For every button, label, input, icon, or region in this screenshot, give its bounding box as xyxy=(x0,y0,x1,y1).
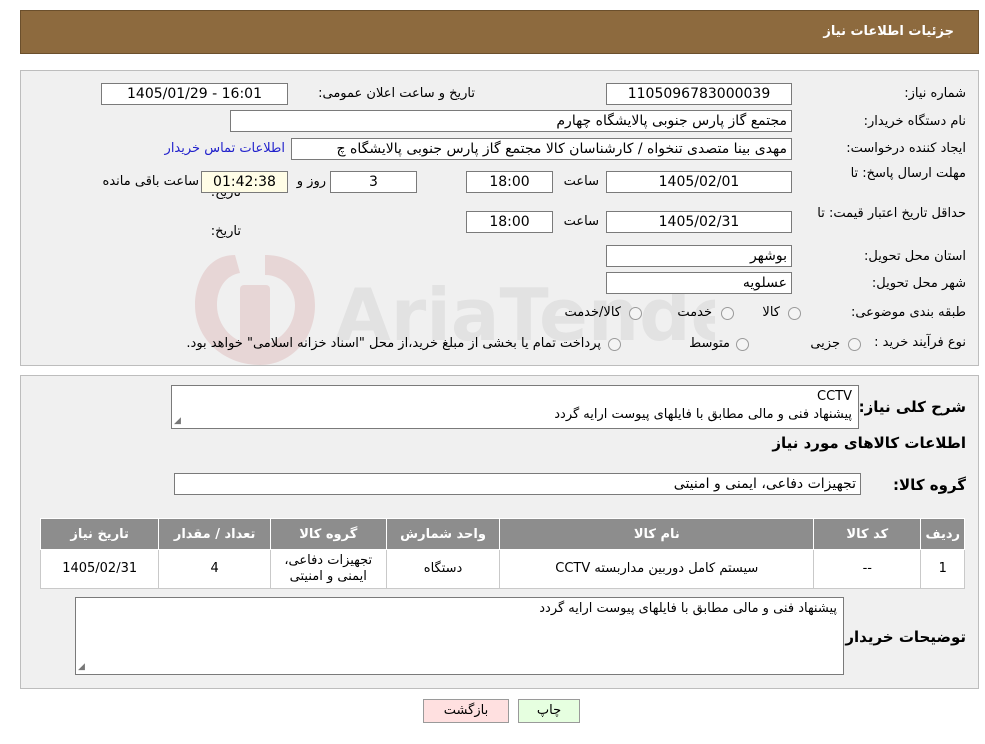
need-description-field: CCTV پیشنهاد فنی و مالی مطابق با فایلهای… xyxy=(171,385,859,429)
cell-item-group: تجهیزات دفاعی، ایمنی و امنیتی xyxy=(269,549,387,589)
price-validity-date-field: 1405/02/31 xyxy=(606,211,792,233)
deadline-label: مهلت ارسال پاسخ: تا xyxy=(850,166,966,181)
category-radio-goods[interactable] xyxy=(788,307,801,320)
col-header-need-date: تاریخ نیاز xyxy=(39,518,160,550)
item-group-field: تجهیزات دفاعی، ایمنی و امنیتی xyxy=(174,473,861,495)
cell-row-number: 1 xyxy=(920,549,965,589)
buyer-notes-label: توضیحات خریدار: xyxy=(839,628,966,646)
category-radio-goods-service[interactable] xyxy=(629,307,642,320)
province-field: بوشهر xyxy=(606,245,792,267)
days-label: روز و xyxy=(296,174,326,189)
category-option-goods-service: کالا/خدمت xyxy=(564,305,621,320)
need-number-label: شماره نیاز: xyxy=(904,86,966,101)
need-description-label: شرح کلی نیاز: xyxy=(858,398,966,416)
buyer-contact-link[interactable]: اطلاعات تماس خریدار xyxy=(165,141,285,156)
deadline-date-field: 1405/02/01 xyxy=(606,171,792,193)
table-row: 1 -- سیستم کامل دوربین مداربسته CCTV دست… xyxy=(39,549,965,589)
category-option-service: خدمت xyxy=(677,305,712,320)
process-checkbox-treasury[interactable] xyxy=(608,338,621,351)
page-header: جزئیات اطلاعات نیاز xyxy=(20,10,979,54)
announce-datetime-field: 1405/01/29 - 16:01 xyxy=(101,83,288,105)
price-validity-label: حداقل تاریخ اعتبار قیمت: تا xyxy=(817,206,966,221)
buyer-notes-field: پیشنهاد فنی و مالی مطابق با فایلهای پیوس… xyxy=(75,597,844,675)
cell-item-code: -- xyxy=(813,549,922,589)
remaining-time-field: 01:42:38 xyxy=(201,171,288,193)
need-number-field: 1105096783000039 xyxy=(606,83,792,105)
items-table-header: ردیف کد کالا نام کالا واحد شمارش گروه کا… xyxy=(39,518,965,550)
page-title: جزئیات اطلاعات نیاز xyxy=(823,24,954,39)
col-header-item-name: نام کالا xyxy=(499,518,815,550)
cell-need-date: 1405/02/31 xyxy=(39,549,160,589)
cell-quantity: 4 xyxy=(158,549,271,589)
print-button[interactable]: چاپ xyxy=(518,699,580,723)
process-option-minor: جزیی xyxy=(810,336,840,351)
col-header-item-code: کد کالا xyxy=(813,518,922,550)
process-radio-medium[interactable] xyxy=(736,338,749,351)
announce-label: تاریخ و ساعت اعلان عمومی: xyxy=(318,86,475,101)
process-type-label: نوع فرآیند خرید : xyxy=(874,335,966,350)
items-section-title: اطلاعات کالاهای مورد نیاز xyxy=(772,434,966,452)
col-header-quantity: تعداد / مقدار xyxy=(158,518,271,550)
remaining-time-label: ساعت باقی مانده xyxy=(102,174,199,189)
resize-grip-icon: ◢ xyxy=(78,662,85,672)
price-validity-time-field: 18:00 xyxy=(466,211,553,233)
treasury-payment-note: پرداخت تمام یا بخشی از مبلغ خرید،از محل … xyxy=(186,336,601,351)
price-validity-label-suffix: تاریخ: xyxy=(210,224,241,239)
buyer-org-label: نام دستگاه خریدار: xyxy=(863,114,966,129)
resize-grip-icon: ◢ xyxy=(174,416,181,426)
process-option-medium: متوسط xyxy=(689,336,730,351)
category-label: طبقه بندی موضوعی: xyxy=(850,305,966,320)
items-table: ردیف کد کالا نام کالا واحد شمارش گروه کا… xyxy=(39,518,965,589)
city-label: شهر محل تحویل: xyxy=(871,276,966,291)
requester-label: ایجاد کننده درخواست: xyxy=(846,141,966,156)
buyer-org-field: مجتمع گاز پارس جنوبی پالایشگاه چهارم xyxy=(230,110,792,132)
process-radio-minor[interactable] xyxy=(848,338,861,351)
deadline-time-label: ساعت xyxy=(563,174,599,189)
item-group-label: گروه کالا: xyxy=(893,476,966,494)
cell-item-name: سیستم کامل دوربین مداربسته CCTV xyxy=(499,549,815,589)
requester-field: مهدی بینا متصدی تنخواه / کارشناسان کالا … xyxy=(291,138,792,160)
city-field: عسلویه xyxy=(606,272,792,294)
col-header-item-group: گروه کالا xyxy=(269,518,387,550)
col-header-unit: واحد شمارش xyxy=(385,518,501,550)
price-validity-time-label: ساعت xyxy=(563,214,599,229)
col-header-row-number: ردیف xyxy=(920,518,965,550)
back-button[interactable]: بازگشت xyxy=(423,699,509,723)
deadline-time-field: 18:00 xyxy=(466,171,553,193)
category-radio-service[interactable] xyxy=(721,307,734,320)
category-option-goods: کالا xyxy=(762,305,780,320)
days-remaining-field: 3 xyxy=(330,171,417,193)
province-label: استان محل تحویل: xyxy=(864,249,966,264)
cell-unit: دستگاه xyxy=(385,549,501,589)
